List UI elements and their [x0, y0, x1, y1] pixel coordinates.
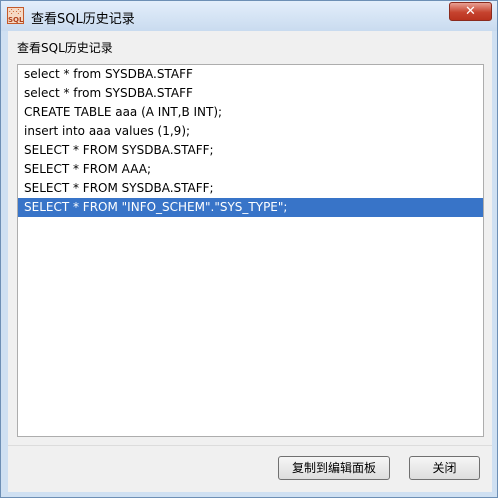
- button-divider: [8, 445, 492, 446]
- history-item-2[interactable]: CREATE TABLE aaa (A INT,B INT);: [18, 103, 483, 122]
- history-item-6[interactable]: SELECT * FROM SYSDBA.STAFF;: [18, 179, 483, 198]
- window-title: 查看SQL历史记录: [31, 12, 135, 27]
- sql-app-icon: ⁘⁘ SQL: [7, 7, 24, 24]
- close-button[interactable]: 关闭: [409, 456, 480, 480]
- sql-history-dialog: ⁘⁘ SQL 查看SQL历史记录 ✕ 查看SQL历史记录 select * fro…: [0, 0, 498, 498]
- sql-history-list[interactable]: select * from SYSDBA.STAFF select * from…: [17, 64, 484, 437]
- close-icon: ✕: [465, 4, 476, 19]
- history-item-0[interactable]: select * from SYSDBA.STAFF: [18, 65, 483, 84]
- history-item-1[interactable]: select * from SYSDBA.STAFF: [18, 84, 483, 103]
- window-close-button[interactable]: ✕: [449, 2, 492, 21]
- copy-to-editor-button[interactable]: 复制到编辑面板: [278, 456, 390, 480]
- dialog-body: 查看SQL历史记录 select * from SYSDBA.STAFF sel…: [8, 31, 492, 492]
- history-item-4[interactable]: SELECT * FROM SYSDBA.STAFF;: [18, 141, 483, 160]
- title-bar[interactable]: ⁘⁘ SQL 查看SQL历史记录 ✕: [1, 1, 497, 31]
- history-item-3[interactable]: insert into aaa values (1,9);: [18, 122, 483, 141]
- history-item-7[interactable]: SELECT * FROM "INFO_SCHEM"."SYS_TYPE";: [18, 198, 483, 217]
- history-item-5[interactable]: SELECT * FROM AAA;: [18, 160, 483, 179]
- history-label: 查看SQL历史记录: [17, 41, 113, 55]
